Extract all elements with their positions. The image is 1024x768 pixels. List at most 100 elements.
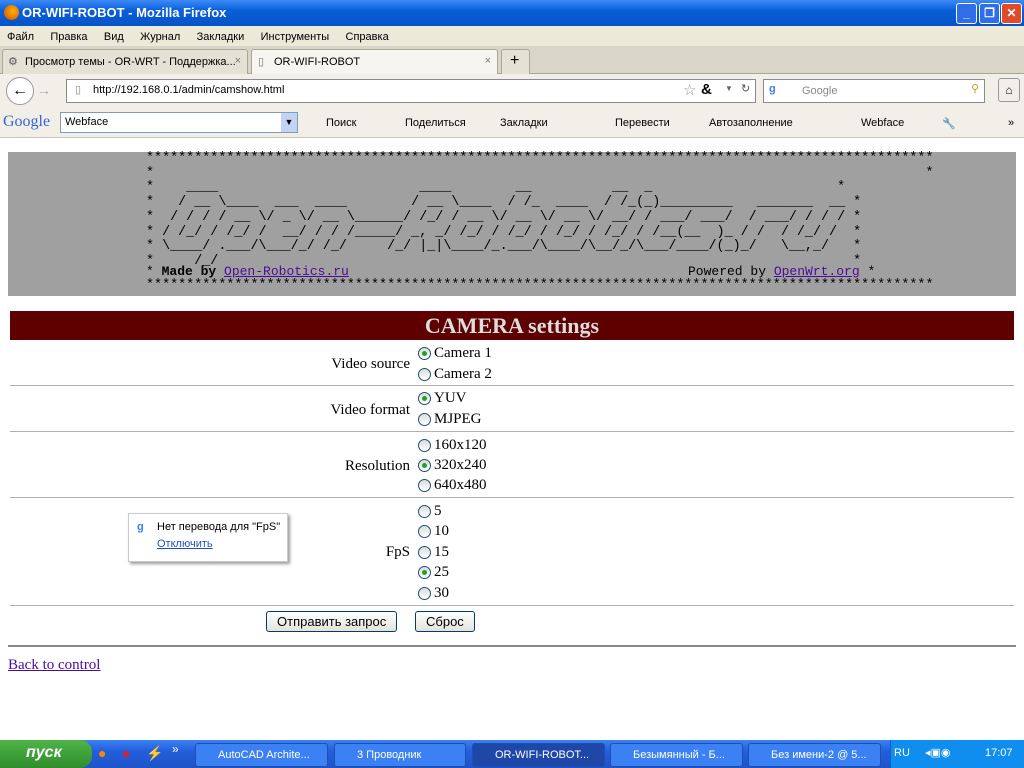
menu-history[interactable]: Журнал	[140, 31, 180, 43]
close-tab-icon[interactable]: ×	[235, 55, 241, 67]
radio-button[interactable]	[418, 525, 431, 538]
radio-button[interactable]	[418, 566, 431, 579]
radio-mjpeg[interactable]: MJPEG	[418, 411, 482, 428]
powered-by: Powered by OpenWrt.org *	[688, 264, 876, 279]
google-toolbar: Google Webface ▼ Поиск Поделиться Закладк…	[0, 108, 1024, 138]
option-label: 5	[434, 503, 442, 519]
form-title: CAMERA settings	[10, 311, 1014, 340]
task-autocad[interactable]: AutoCAD Archite...	[195, 743, 328, 767]
radio-button[interactable]	[418, 505, 431, 518]
quicklaunch-overflow-icon[interactable]: »	[172, 742, 179, 756]
fps-label: FpS	[385, 544, 410, 560]
option-label: 30	[434, 585, 449, 601]
radio-button[interactable]	[418, 347, 431, 360]
radio-button[interactable]	[418, 546, 431, 559]
wrench-icon[interactable]: 🔧	[942, 117, 956, 130]
radio-button[interactable]	[418, 459, 431, 472]
radio-button[interactable]	[418, 587, 431, 600]
radio-fps-30[interactable]: 30	[418, 585, 449, 602]
disable-translate-link[interactable]: Отключить	[157, 538, 287, 550]
language-indicator[interactable]: RU	[894, 747, 910, 759]
history-dropdown-icon[interactable]: ▼	[725, 84, 733, 93]
overflow-chevron-icon[interactable]: »	[1008, 117, 1014, 129]
radio-yuv[interactable]: YUV	[418, 390, 467, 407]
radio-button[interactable]	[418, 413, 431, 426]
back-to-control-link[interactable]: Back to control	[8, 657, 100, 674]
radio-button[interactable]	[418, 392, 431, 405]
search-input[interactable]: g Google ⚲	[763, 79, 985, 103]
toolbar-share[interactable]: Поделиться	[405, 117, 466, 129]
close-tab-icon[interactable]: ×	[485, 55, 491, 67]
maximize-button[interactable]: ❐	[979, 3, 1000, 24]
opera-quicklaunch-icon[interactable]: ●	[122, 745, 130, 761]
radio-320x240[interactable]: 320x240	[418, 457, 487, 474]
tab-forum[interactable]: ⚙ Просмотр темы - OR-WRT - Поддержка... …	[2, 49, 248, 74]
google-search-field[interactable]: Webface ▼	[60, 112, 298, 133]
toolbar-bookmarks[interactable]: Закладки	[500, 117, 548, 129]
menu-edit[interactable]: Правка	[50, 31, 87, 43]
reload-icon[interactable]: ↻	[741, 82, 750, 95]
option-label: Camera 2	[434, 366, 492, 382]
video-format-label: Video format	[330, 402, 411, 418]
openwrt-link[interactable]: OpenWrt.org	[774, 264, 860, 279]
radio-160x120[interactable]: 160x120	[418, 437, 487, 454]
close-button[interactable]: ✕	[1001, 3, 1022, 24]
radio-fps-5[interactable]: 5	[418, 503, 442, 520]
menu-file[interactable]: Файл	[7, 31, 34, 43]
radio-fps-15[interactable]: 15	[418, 544, 449, 561]
firefox-quicklaunch-icon[interactable]: ●	[98, 745, 106, 761]
resolution-label: Resolution	[344, 458, 410, 474]
radio-camera-2[interactable]: Camera 2	[418, 366, 492, 383]
toolbar-translate[interactable]: Перевести	[615, 117, 670, 129]
chevron-down-icon[interactable]: ▼	[281, 113, 297, 132]
search-icon[interactable]: ⚲	[971, 82, 979, 95]
video-source-label: Video source	[331, 356, 410, 372]
forward-button[interactable]: →	[37, 82, 51, 98]
menu-tools[interactable]: Инструменты	[261, 31, 330, 43]
winamp-quicklaunch-icon[interactable]: ⚡	[146, 745, 163, 762]
menu-view[interactable]: Вид	[104, 31, 124, 43]
radio-button[interactable]	[418, 479, 431, 492]
start-button[interactable]: пуск	[0, 740, 92, 768]
new-tab-button[interactable]: +	[501, 49, 530, 74]
back-button[interactable]: ←	[6, 77, 34, 105]
reset-button[interactable]: Сброс	[415, 611, 475, 632]
submit-button[interactable]: Отправить запрос	[266, 611, 398, 632]
translate-popup: g Нет перевода для "FpS" Отключить	[128, 513, 288, 562]
bookmark-star-icon[interactable]: ☆	[683, 81, 696, 99]
tab-or-wifi-robot[interactable]: ▯ OR-WIFI-ROBOT ×	[251, 49, 498, 74]
option-label: 15	[434, 544, 449, 560]
ascii-art-logo: ****************************************…	[146, 151, 934, 269]
radio-fps-25[interactable]: 25	[418, 564, 449, 581]
clock: 17:07	[985, 747, 1013, 759]
open-robotics-link[interactable]: Open-Robotics.ru	[224, 264, 349, 279]
radio-640x480[interactable]: 640x480	[418, 477, 487, 494]
toolbar-search[interactable]: Поиск	[326, 117, 356, 129]
toolbar-webface[interactable]: Webface	[861, 117, 904, 129]
made-by-label: Made by	[161, 264, 217, 279]
google-icon: g	[769, 83, 776, 95]
url-bar[interactable]: ▯ http://192.168.0.1/admin/camshow.html …	[66, 79, 756, 103]
tray-network-icon[interactable]: ◂▣◉	[925, 746, 951, 759]
minimize-button[interactable]: _	[956, 3, 977, 24]
task-explorer[interactable]: 3 Проводник	[334, 743, 466, 767]
toolbar-autofill[interactable]: Автозаполнение	[709, 117, 793, 129]
option-label: MJPEG	[434, 411, 482, 427]
menu-help[interactable]: Справка	[346, 31, 389, 43]
search-placeholder: Google	[802, 85, 838, 97]
task-firefox[interactable]: OR-WIFI-ROBOT...	[472, 743, 605, 767]
menu-bar: Файл Правка Вид Журнал Закладки Инструме…	[0, 26, 1024, 46]
start-label: пуск	[26, 744, 62, 761]
home-button[interactable]: ⌂	[998, 78, 1020, 102]
radio-button[interactable]	[418, 439, 431, 452]
radio-fps-10[interactable]: 10	[418, 523, 449, 540]
radio-button[interactable]	[418, 368, 431, 381]
task-photoshop[interactable]: Без имени-2 @ 5...	[748, 743, 881, 767]
banner-border: ****************************************…	[146, 278, 934, 293]
ampersand-icon[interactable]: &	[701, 81, 712, 98]
task-paint[interactable]: Безымянный - Б...	[610, 743, 743, 767]
divider	[10, 605, 1014, 606]
radio-camera-1[interactable]: Camera 1	[418, 345, 492, 362]
menu-bookmarks[interactable]: Закладки	[197, 31, 245, 43]
divider	[10, 431, 1014, 432]
